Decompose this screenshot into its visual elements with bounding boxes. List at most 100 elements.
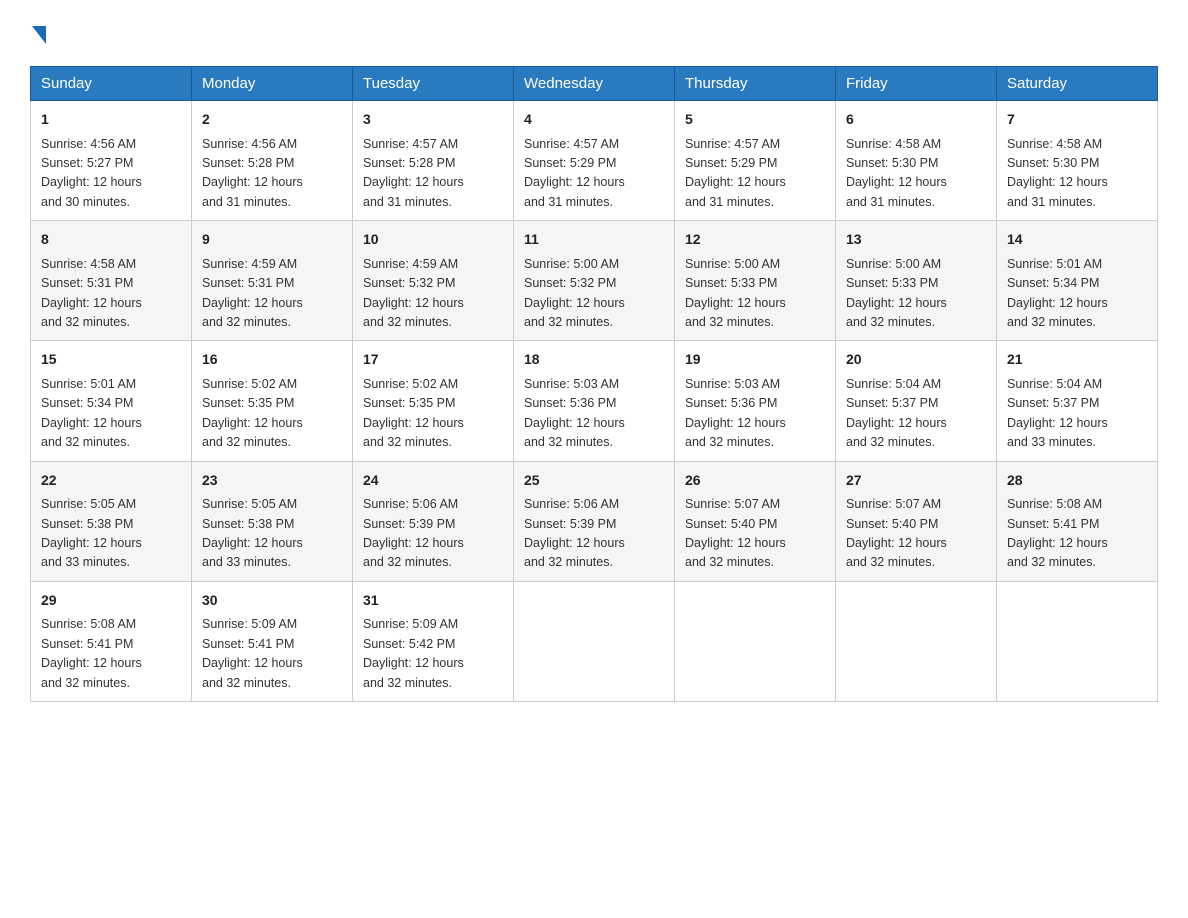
calendar-cell: 3 Sunrise: 4:57 AMSunset: 5:28 PMDaylight…	[353, 101, 514, 221]
day-number: 9	[202, 229, 342, 251]
day-number: 16	[202, 349, 342, 371]
day-number: 30	[202, 590, 342, 612]
day-number: 6	[846, 109, 986, 131]
day-number: 25	[524, 470, 664, 492]
day-info: Sunrise: 5:06 AMSunset: 5:39 PMDaylight:…	[363, 497, 464, 569]
day-info: Sunrise: 5:02 AMSunset: 5:35 PMDaylight:…	[202, 377, 303, 449]
day-number: 11	[524, 229, 664, 251]
calendar-cell: 10Sunrise: 4:59 AMSunset: 5:32 PMDayligh…	[353, 221, 514, 341]
calendar-cell: 11Sunrise: 5:00 AMSunset: 5:32 PMDayligh…	[514, 221, 675, 341]
day-number: 8	[41, 229, 181, 251]
day-info: Sunrise: 4:57 AMSunset: 5:28 PMDaylight:…	[363, 137, 464, 209]
day-info: Sunrise: 5:04 AMSunset: 5:37 PMDaylight:…	[1007, 377, 1108, 449]
calendar-week-row: 22 Sunrise: 5:05 AMSunset: 5:38 PMDayligh…	[31, 461, 1158, 581]
day-info: Sunrise: 5:03 AMSunset: 5:36 PMDaylight:…	[685, 377, 786, 449]
day-info: Sunrise: 5:01 AMSunset: 5:34 PMDaylight:…	[1007, 257, 1108, 329]
calendar-cell: 2 Sunrise: 4:56 AMSunset: 5:28 PMDaylight…	[192, 101, 353, 221]
calendar-cell	[836, 581, 997, 701]
calendar-cell: 21 Sunrise: 5:04 AMSunset: 5:37 PMDayligh…	[997, 341, 1158, 461]
calendar-cell: 19 Sunrise: 5:03 AMSunset: 5:36 PMDayligh…	[675, 341, 836, 461]
calendar-cell: 4 Sunrise: 4:57 AMSunset: 5:29 PMDaylight…	[514, 101, 675, 221]
calendar-table: SundayMondayTuesdayWednesdayThursdayFrid…	[30, 66, 1158, 702]
calendar-cell: 29 Sunrise: 5:08 AMSunset: 5:41 PMDayligh…	[31, 581, 192, 701]
calendar-week-row: 15 Sunrise: 5:01 AMSunset: 5:34 PMDayligh…	[31, 341, 1158, 461]
day-info: Sunrise: 5:05 AMSunset: 5:38 PMDaylight:…	[202, 497, 303, 569]
calendar-cell: 5 Sunrise: 4:57 AMSunset: 5:29 PMDaylight…	[675, 101, 836, 221]
day-info: Sunrise: 4:56 AMSunset: 5:27 PMDaylight:…	[41, 137, 142, 209]
calendar-cell: 30 Sunrise: 5:09 AMSunset: 5:41 PMDayligh…	[192, 581, 353, 701]
day-info: Sunrise: 4:58 AMSunset: 5:30 PMDaylight:…	[846, 137, 947, 209]
day-number: 14	[1007, 229, 1147, 251]
calendar-cell	[675, 581, 836, 701]
day-info: Sunrise: 5:07 AMSunset: 5:40 PMDaylight:…	[685, 497, 786, 569]
calendar-cell: 15 Sunrise: 5:01 AMSunset: 5:34 PMDayligh…	[31, 341, 192, 461]
day-number: 2	[202, 109, 342, 131]
header-cell-tuesday: Tuesday	[353, 67, 514, 101]
day-number: 17	[363, 349, 503, 371]
calendar-cell: 13Sunrise: 5:00 AMSunset: 5:33 PMDayligh…	[836, 221, 997, 341]
day-info: Sunrise: 5:09 AMSunset: 5:42 PMDaylight:…	[363, 617, 464, 689]
calendar-cell: 22 Sunrise: 5:05 AMSunset: 5:38 PMDayligh…	[31, 461, 192, 581]
calendar-body: 1 Sunrise: 4:56 AMSunset: 5:27 PMDaylight…	[31, 101, 1158, 702]
calendar-cell: 12Sunrise: 5:00 AMSunset: 5:33 PMDayligh…	[675, 221, 836, 341]
calendar-cell: 18 Sunrise: 5:03 AMSunset: 5:36 PMDayligh…	[514, 341, 675, 461]
header-row: SundayMondayTuesdayWednesdayThursdayFrid…	[31, 67, 1158, 101]
day-number: 22	[41, 470, 181, 492]
header-cell-wednesday: Wednesday	[514, 67, 675, 101]
calendar-cell: 14 Sunrise: 5:01 AMSunset: 5:34 PMDayligh…	[997, 221, 1158, 341]
day-number: 3	[363, 109, 503, 131]
day-number: 1	[41, 109, 181, 131]
day-number: 20	[846, 349, 986, 371]
calendar-cell: 23Sunrise: 5:05 AMSunset: 5:38 PMDayligh…	[192, 461, 353, 581]
day-info: Sunrise: 5:07 AMSunset: 5:40 PMDaylight:…	[846, 497, 947, 569]
day-number: 24	[363, 470, 503, 492]
calendar-cell: 28Sunrise: 5:08 AMSunset: 5:41 PMDayligh…	[997, 461, 1158, 581]
calendar-week-row: 8 Sunrise: 4:58 AMSunset: 5:31 PMDaylight…	[31, 221, 1158, 341]
header-cell-sunday: Sunday	[31, 67, 192, 101]
day-info: Sunrise: 4:58 AMSunset: 5:31 PMDaylight:…	[41, 257, 142, 329]
calendar-cell: 25 Sunrise: 5:06 AMSunset: 5:39 PMDayligh…	[514, 461, 675, 581]
day-info: Sunrise: 4:57 AMSunset: 5:29 PMDaylight:…	[524, 137, 625, 209]
calendar-cell: 16 Sunrise: 5:02 AMSunset: 5:35 PMDayligh…	[192, 341, 353, 461]
header-cell-saturday: Saturday	[997, 67, 1158, 101]
calendar-week-row: 29 Sunrise: 5:08 AMSunset: 5:41 PMDayligh…	[31, 581, 1158, 701]
day-number: 10	[363, 229, 503, 251]
calendar-header: SundayMondayTuesdayWednesdayThursdayFrid…	[31, 67, 1158, 101]
calendar-cell	[997, 581, 1158, 701]
day-number: 19	[685, 349, 825, 371]
day-info: Sunrise: 5:01 AMSunset: 5:34 PMDaylight:…	[41, 377, 142, 449]
logo-arrow-icon	[32, 26, 46, 44]
calendar-cell: 7 Sunrise: 4:58 AMSunset: 5:30 PMDaylight…	[997, 101, 1158, 221]
calendar-cell: 24 Sunrise: 5:06 AMSunset: 5:39 PMDayligh…	[353, 461, 514, 581]
day-info: Sunrise: 4:58 AMSunset: 5:30 PMDaylight:…	[1007, 137, 1108, 209]
header-cell-thursday: Thursday	[675, 67, 836, 101]
day-number: 21	[1007, 349, 1147, 371]
calendar-cell: 1 Sunrise: 4:56 AMSunset: 5:27 PMDaylight…	[31, 101, 192, 221]
page-header	[30, 20, 1158, 48]
day-number: 18	[524, 349, 664, 371]
day-number: 5	[685, 109, 825, 131]
calendar-week-row: 1 Sunrise: 4:56 AMSunset: 5:27 PMDaylight…	[31, 101, 1158, 221]
day-info: Sunrise: 5:00 AMSunset: 5:33 PMDaylight:…	[685, 257, 786, 329]
calendar-cell: 17 Sunrise: 5:02 AMSunset: 5:35 PMDayligh…	[353, 341, 514, 461]
header-cell-monday: Monday	[192, 67, 353, 101]
day-number: 31	[363, 590, 503, 612]
day-number: 4	[524, 109, 664, 131]
day-number: 28	[1007, 470, 1147, 492]
day-info: Sunrise: 5:06 AMSunset: 5:39 PMDaylight:…	[524, 497, 625, 569]
calendar-cell	[514, 581, 675, 701]
day-info: Sunrise: 5:05 AMSunset: 5:38 PMDaylight:…	[41, 497, 142, 569]
day-info: Sunrise: 5:03 AMSunset: 5:36 PMDaylight:…	[524, 377, 625, 449]
day-info: Sunrise: 5:00 AMSunset: 5:33 PMDaylight:…	[846, 257, 947, 329]
day-info: Sunrise: 4:57 AMSunset: 5:29 PMDaylight:…	[685, 137, 786, 209]
day-number: 15	[41, 349, 181, 371]
day-number: 7	[1007, 109, 1147, 131]
calendar-cell: 8 Sunrise: 4:58 AMSunset: 5:31 PMDaylight…	[31, 221, 192, 341]
day-info: Sunrise: 5:09 AMSunset: 5:41 PMDaylight:…	[202, 617, 303, 689]
day-info: Sunrise: 5:08 AMSunset: 5:41 PMDaylight:…	[41, 617, 142, 689]
day-number: 29	[41, 590, 181, 612]
day-info: Sunrise: 5:02 AMSunset: 5:35 PMDaylight:…	[363, 377, 464, 449]
calendar-cell: 6 Sunrise: 4:58 AMSunset: 5:30 PMDaylight…	[836, 101, 997, 221]
day-info: Sunrise: 4:56 AMSunset: 5:28 PMDaylight:…	[202, 137, 303, 209]
calendar-cell: 27Sunrise: 5:07 AMSunset: 5:40 PMDayligh…	[836, 461, 997, 581]
